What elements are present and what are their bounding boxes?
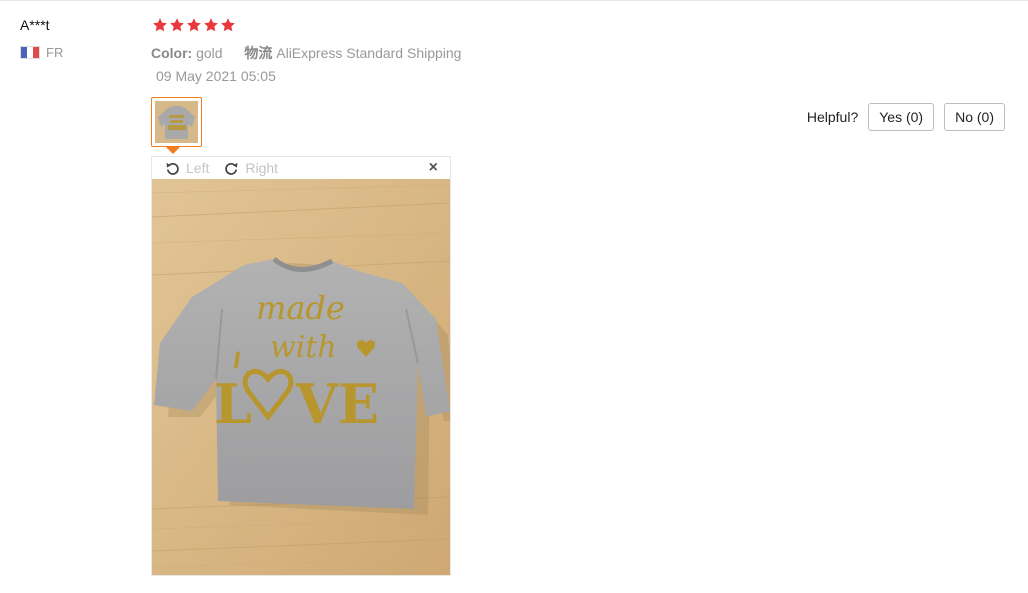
review-photo-thumbnail[interactable] bbox=[151, 97, 202, 147]
close-icon[interactable]: × bbox=[429, 159, 438, 177]
star-icon bbox=[169, 17, 185, 33]
star-rating bbox=[152, 17, 236, 33]
helpful-yes-button[interactable]: Yes (0) bbox=[868, 103, 935, 131]
rotate-left-label: Left bbox=[186, 160, 210, 176]
review-item: A***t FR Color: gold 物流 AliExpress Stand… bbox=[0, 0, 1028, 593]
photo-viewer: Left Right × made with L VE bbox=[151, 156, 451, 576]
thumbnail-pointer bbox=[166, 147, 180, 154]
rotate-right-icon bbox=[225, 162, 238, 175]
shipping-label: 物流 bbox=[244, 45, 273, 61]
shipping-value: AliExpress Standard Shipping bbox=[276, 45, 462, 61]
review-date: 09 May 2021 05:05 bbox=[156, 68, 276, 84]
star-icon bbox=[186, 17, 202, 33]
france-flag-icon bbox=[20, 46, 40, 59]
reviewer-country: FR bbox=[20, 45, 63, 60]
shirt-print-made: made bbox=[256, 289, 345, 327]
sku-info: Color: gold 物流 AliExpress Standard Shipp… bbox=[151, 43, 461, 63]
shirt-thumbnail-image bbox=[155, 101, 198, 143]
helpful-section: Helpful? Yes (0) No (0) bbox=[807, 103, 1005, 131]
shirt-print-with: with bbox=[270, 330, 337, 365]
reviewer-name: A***t bbox=[20, 17, 50, 33]
rotate-left-icon bbox=[166, 162, 179, 175]
helpful-no-button[interactable]: No (0) bbox=[944, 103, 1005, 131]
star-icon bbox=[203, 17, 219, 33]
rotate-right-label: Right bbox=[245, 160, 279, 176]
star-icon bbox=[220, 17, 236, 33]
shirt-print-ve: VE bbox=[295, 372, 379, 436]
review-photo-large: made with L VE bbox=[152, 179, 450, 575]
viewer-toolbar: Left Right × bbox=[152, 157, 450, 179]
helpful-label: Helpful? bbox=[806, 109, 859, 125]
country-code: FR bbox=[46, 45, 64, 60]
color-value: gold bbox=[196, 45, 223, 61]
star-icon bbox=[152, 17, 168, 33]
shirt-photo-image: made with L VE bbox=[152, 179, 450, 575]
rotate-left-button[interactable]: Left bbox=[164, 160, 209, 177]
color-label: Color: bbox=[151, 45, 193, 61]
rotate-right-button[interactable]: Right bbox=[223, 160, 278, 177]
